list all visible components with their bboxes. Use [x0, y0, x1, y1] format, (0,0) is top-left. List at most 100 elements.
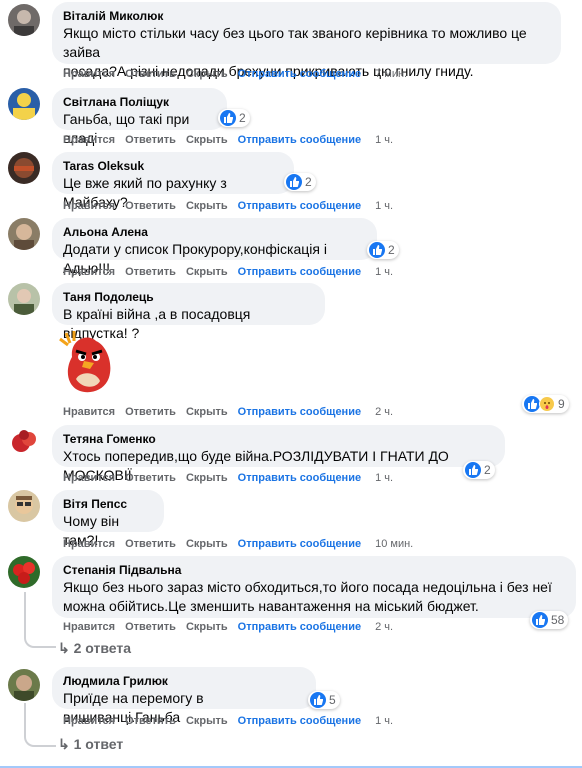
send-message-button[interactable]: Отправить сообщение	[238, 200, 361, 212]
reaction-count[interactable]: 2	[284, 173, 316, 191]
comment-time[interactable]: 2 ч.	[375, 406, 393, 418]
like-button[interactable]: Нравится	[63, 472, 115, 484]
avatar[interactable]	[8, 556, 40, 588]
like-button[interactable]: Нравится	[63, 538, 115, 550]
reply-button[interactable]: Ответить	[125, 621, 176, 633]
view-replies-button[interactable]: ↳ 2 ответа	[58, 640, 131, 657]
reaction-number: 5	[329, 693, 336, 707]
reaction-count[interactable]: 2	[218, 109, 250, 127]
comment-author[interactable]: Таня Подолець	[63, 289, 314, 305]
comment-time[interactable]: 1 ч.	[375, 134, 393, 146]
comment-text: Якщо без нього зараз місто обходиться,то…	[63, 579, 552, 595]
like-reaction-icon	[524, 396, 540, 412]
like-reaction-icon	[286, 174, 302, 190]
comment-bubble: Степанія Підвальна Якщо без нього зараз …	[52, 556, 576, 618]
like-reaction-icon	[220, 110, 236, 126]
comment-author[interactable]: Людмила Грилюк	[63, 673, 305, 689]
send-message-button[interactable]: Отправить сообщение	[238, 266, 361, 278]
comment-bubble: Альона Алена Додати у список Прокурору,к…	[52, 218, 377, 276]
hide-button[interactable]: Скрыть	[186, 68, 228, 80]
send-message-button[interactable]: Отправить сообщение	[238, 621, 361, 633]
comment-actions: Нравится Ответить Скрыть Отправить сообщени…	[63, 133, 403, 147]
like-button[interactable]: Нравится	[63, 406, 115, 418]
comment-bubble: Вітя Пепсс Чому він там?!	[52, 490, 164, 548]
comment-author[interactable]: Степанія Підвальна	[63, 562, 565, 578]
send-message-button[interactable]: Отправить сообщение	[238, 538, 361, 550]
comment-time[interactable]: 2 ч.	[375, 621, 393, 633]
like-button[interactable]: Нравится	[63, 266, 115, 278]
comment-time[interactable]: 1 ч.	[375, 266, 393, 278]
hide-button[interactable]: Скрыть	[186, 538, 228, 550]
send-message-button[interactable]: Отправить сообщение	[238, 68, 361, 80]
comment-time[interactable]: 1 ч.	[375, 715, 393, 727]
comment-actions: Нравится Ответить Скрыть Отправить сообщени…	[63, 714, 403, 728]
like-button[interactable]: Нравится	[63, 134, 115, 146]
avatar[interactable]	[8, 4, 40, 36]
reply-button[interactable]: Ответить	[125, 266, 176, 278]
reaction-number: 9	[558, 397, 565, 411]
comment-author[interactable]: Світлана Поліщук	[63, 94, 216, 110]
reply-arrow-icon: ↳	[58, 640, 74, 656]
avatar[interactable]	[8, 669, 40, 701]
reaction-count[interactable]: 2	[463, 461, 495, 479]
view-replies-button[interactable]: ↳ 1 ответ	[58, 736, 123, 753]
like-reaction-icon	[310, 692, 326, 708]
send-message-button[interactable]: Отправить сообщение	[238, 715, 361, 727]
reply-button[interactable]: Ответить	[125, 134, 176, 146]
comment-actions: Нравится Ответить Скрыть Отправить сообщени…	[63, 471, 403, 485]
reaction-number: 2	[388, 243, 395, 257]
hide-button[interactable]: Скрыть	[186, 715, 228, 727]
send-message-button[interactable]: Отправить сообщение	[238, 406, 361, 418]
comment-author[interactable]: Вітя Пепсс	[63, 496, 153, 512]
comment-author[interactable]: Тетяна Гоменко	[63, 431, 494, 447]
comment-actions: Нравится Ответить Скрыть Отправить сообщени…	[63, 67, 417, 81]
avatar[interactable]	[8, 152, 40, 184]
hide-button[interactable]: Скрыть	[186, 406, 228, 418]
reaction-count[interactable]: 5	[308, 691, 340, 709]
like-button[interactable]: Нравится	[63, 621, 115, 633]
avatar[interactable]	[8, 425, 40, 457]
reply-button[interactable]: Ответить	[125, 406, 176, 418]
hide-button[interactable]: Скрыть	[186, 621, 228, 633]
comment-bubble: Світлана Поліщук Ганьба, що такі при вла…	[52, 88, 227, 146]
comment-time[interactable]: 1 ч.	[375, 200, 393, 212]
comment-actions: Нравится Ответить Скрыть Отправить сообщени…	[63, 265, 403, 279]
comment-author[interactable]: Віталій Миколюк	[63, 8, 550, 24]
comment-author[interactable]: Альона Алена	[63, 224, 366, 240]
avatar[interactable]	[8, 283, 40, 315]
replies-count: 1 ответ	[73, 736, 124, 752]
like-button[interactable]: Нравится	[63, 715, 115, 727]
hide-button[interactable]: Скрыть	[186, 200, 228, 212]
reply-button[interactable]: Ответить	[125, 715, 176, 727]
reply-button[interactable]: Ответить	[125, 472, 176, 484]
like-reaction-icon	[369, 242, 385, 258]
reply-thread-line	[24, 703, 56, 747]
comment-author[interactable]: Taras Oleksuk	[63, 158, 283, 174]
reaction-count[interactable]: 58	[530, 611, 569, 629]
comment-bubble: Taras Oleksuk Це вже який по рахунку з М…	[52, 152, 294, 210]
reaction-number: 2	[239, 111, 246, 125]
like-button[interactable]: Нравится	[63, 200, 115, 212]
hide-button[interactable]: Скрыть	[186, 472, 228, 484]
like-reaction-icon	[465, 462, 481, 478]
reply-button[interactable]: Ответить	[125, 538, 176, 550]
hide-button[interactable]: Скрыть	[186, 134, 228, 146]
comment-actions: Нравится Ответить Скрыть Отправить сообщени…	[63, 620, 403, 634]
send-message-button[interactable]: Отправить сообщение	[238, 134, 361, 146]
reply-button[interactable]: Ответить	[125, 68, 176, 80]
comment-time[interactable]: 7 мин.	[375, 68, 407, 80]
comment-time[interactable]: 1 ч.	[375, 472, 393, 484]
avatar[interactable]	[8, 490, 40, 522]
avatar[interactable]	[8, 88, 40, 120]
reply-button[interactable]: Ответить	[125, 200, 176, 212]
reply-arrow-icon: ↳	[58, 736, 74, 752]
hide-button[interactable]: Скрыть	[186, 266, 228, 278]
reaction-count[interactable]: 9	[522, 395, 569, 413]
comment-time[interactable]: 10 мин.	[375, 538, 413, 550]
reaction-count[interactable]: 2	[367, 241, 399, 259]
reaction-number: 58	[551, 613, 565, 627]
reply-thread-line	[24, 592, 56, 648]
avatar[interactable]	[8, 218, 40, 250]
like-button[interactable]: Нравится	[63, 68, 115, 80]
send-message-button[interactable]: Отправить сообщение	[238, 472, 361, 484]
